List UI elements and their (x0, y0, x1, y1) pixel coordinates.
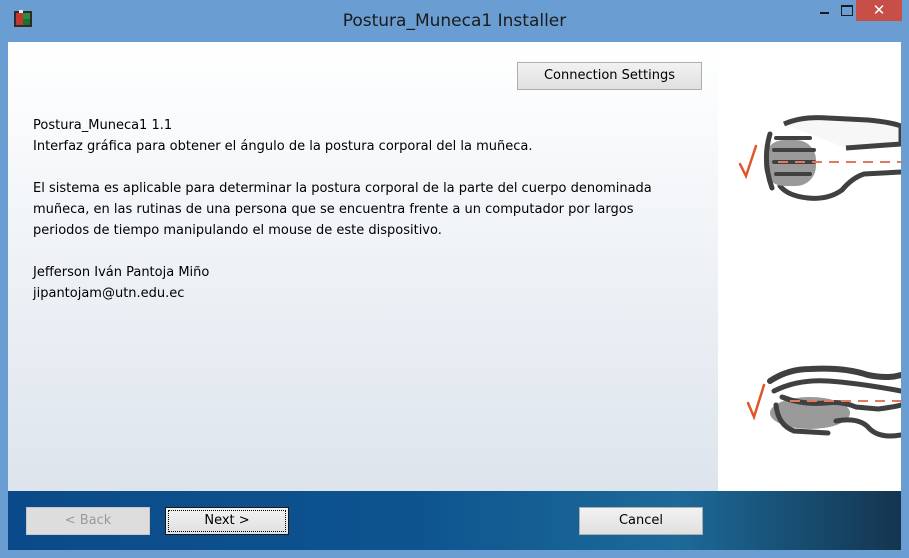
minimize-icon[interactable] (812, 0, 836, 22)
maximize-icon[interactable] (834, 0, 858, 22)
info-panel: Connection Settings Postura_Muneca1 1.1 … (8, 42, 718, 491)
product-version: Postura_Muneca1 1.1 (33, 118, 173, 133)
next-button-label: Next > (204, 513, 250, 528)
product-subtitle: Interfaz gráfica para obtener el ángulo … (33, 139, 533, 154)
hand-on-mouse-straight-icon (738, 115, 901, 201)
close-icon[interactable]: ✕ (856, 0, 902, 21)
cancel-button[interactable]: Cancel (579, 507, 703, 535)
description-line: periodos de tiempo manipulando el mouse … (33, 223, 442, 238)
description-line: El sistema es aplicable para determinar … (33, 181, 652, 196)
back-button[interactable]: < Back (26, 507, 150, 535)
wizard-footer: < Back Next > Cancel (8, 491, 901, 550)
author-name: Jefferson Iván Pantoja Miño (33, 265, 210, 280)
title-bar[interactable]: Postura_Muneca1 Installer ✕ (0, 0, 909, 42)
description-line: muñeca, en las rutinas de una persona qu… (33, 202, 634, 217)
illustration-panel (718, 42, 901, 491)
window-title: Postura_Muneca1 Installer (342, 11, 567, 31)
installer-body: Connection Settings Postura_Muneca1 1.1 … (8, 42, 901, 550)
hand-on-mouse-flat-icon (746, 365, 901, 439)
product-info: Postura_Muneca1 1.1 Interfaz gráfica par… (33, 115, 703, 304)
connection-settings-button[interactable]: Connection Settings (517, 62, 702, 90)
author-email: jipantojam@utn.edu.ec (33, 286, 185, 301)
next-button[interactable]: Next > (165, 507, 289, 535)
installer-window: Postura_Muneca1 Installer ✕ Connection S… (0, 0, 909, 558)
